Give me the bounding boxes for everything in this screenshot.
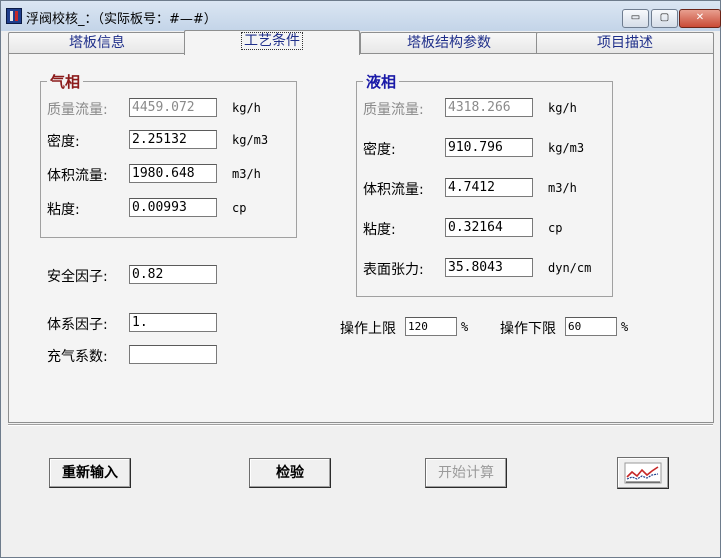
safety-factor-field[interactable]: 0.82 [129, 265, 217, 284]
liquid-volume-flow-unit: m3/h [548, 181, 577, 195]
liquid-viscosity-unit: cp [548, 221, 563, 235]
vapor-mass-flow-field: 4459.072 [129, 98, 217, 117]
tab-tower-plate-info[interactable]: 塔板信息 [8, 32, 186, 53]
check-button[interactable]: 检验 [249, 458, 331, 488]
vapor-mass-flow-unit: kg/h [232, 101, 261, 115]
operating-lower-limit-label: 操作下限 [500, 321, 556, 337]
vapor-volume-flow-label: 体积流量: [47, 168, 108, 184]
vapor-density-field[interactable]: 2.25132 [129, 130, 217, 149]
liquid-group-title: 液相 [363, 71, 400, 92]
tab-label: 塔板信息 [69, 35, 125, 51]
liquid-mass-flow-unit: kg/h [548, 101, 577, 115]
start-calculation-button[interactable]: 开始计算 [425, 458, 507, 488]
tab-process-conditions[interactable]: 工艺条件 [184, 30, 360, 55]
liquid-surface-tension-label: 表面张力: [363, 262, 424, 278]
liquid-mass-flow-label: 质量流量: [363, 102, 424, 118]
liquid-volume-flow-field[interactable]: 4.7412 [445, 178, 533, 197]
tab-label: 项目描述 [597, 35, 653, 51]
operating-lower-limit-field[interactable]: 60 [565, 317, 617, 336]
operating-upper-limit-field[interactable]: 120 [405, 317, 457, 336]
window-title: 浮阀校核_：（实际板号：#—#） [26, 12, 217, 27]
vapor-group: 气相 质量流量: 4459.072 kg/h 密度: 2.25132 kg/m3… [40, 71, 297, 238]
chart-icon [624, 462, 662, 484]
liquid-mass-flow-field: 4318.266 [445, 98, 533, 117]
system-factor-field[interactable]: 1. [129, 313, 217, 332]
separator-highlight [8, 425, 713, 426]
vapor-density-unit: kg/m3 [232, 133, 269, 147]
tab-label: 塔板结构参数 [407, 35, 491, 51]
liquid-group: 液相 质量流量: 4318.266 kg/h 密度: 910.796 kg/m3… [356, 71, 613, 297]
process-conditions-panel: 气相 质量流量: 4459.072 kg/h 密度: 2.25132 kg/m3… [8, 53, 714, 423]
reinput-button[interactable]: 重新输入 [49, 458, 131, 488]
app-icon [6, 8, 22, 24]
aeration-factor-field[interactable] [129, 345, 217, 364]
operating-lower-limit-unit: % [621, 320, 629, 334]
tab-project-description[interactable]: 项目描述 [536, 32, 714, 53]
vapor-mass-flow-label: 质量流量: [47, 102, 108, 118]
vapor-volume-flow-field[interactable]: 1980.648 [129, 164, 217, 183]
liquid-volume-flow-label: 体积流量: [363, 182, 424, 198]
liquid-viscosity-label: 粘度: [363, 222, 396, 238]
vapor-volume-flow-unit: m3/h [232, 167, 261, 181]
chart-button[interactable] [617, 457, 669, 489]
operating-upper-limit-unit: % [461, 320, 469, 334]
liquid-surface-tension-field[interactable]: 35.8043 [445, 258, 533, 277]
liquid-surface-tension-unit: dyn/cm [548, 261, 592, 275]
vapor-density-label: 密度: [47, 134, 80, 150]
tab-plate-structure[interactable]: 塔板结构参数 [360, 32, 538, 53]
safety-factor-label: 安全因子: [47, 269, 108, 285]
minimize-button[interactable]: ▭ [622, 9, 649, 28]
system-factor-label: 体系因子: [47, 317, 108, 333]
aeration-factor-label: 充气系数: [47, 349, 108, 365]
liquid-density-field[interactable]: 910.796 [445, 138, 533, 157]
operating-upper-limit-label: 操作上限 [340, 321, 396, 337]
vapor-viscosity-field[interactable]: 0.00993 [129, 198, 217, 217]
vapor-group-title: 气相 [47, 71, 84, 92]
vapor-viscosity-label: 粘度: [47, 202, 80, 218]
title-bar[interactable]: 浮阀校核_：（实际板号：#—#） ▭ ▢ ✕ [1, 1, 721, 31]
liquid-density-unit: kg/m3 [548, 141, 585, 155]
close-button[interactable]: ✕ [679, 9, 721, 28]
maximize-button[interactable]: ▢ [651, 9, 678, 28]
vapor-viscosity-unit: cp [232, 201, 247, 215]
liquid-viscosity-field[interactable]: 0.32164 [445, 218, 533, 237]
app-window: 浮阀校核_：（实际板号：#—#） ▭ ▢ ✕ 塔板信息 工艺条件 塔板结构参数 … [0, 0, 721, 558]
liquid-density-label: 密度: [363, 142, 396, 158]
tab-label: 工艺条件 [241, 32, 303, 50]
